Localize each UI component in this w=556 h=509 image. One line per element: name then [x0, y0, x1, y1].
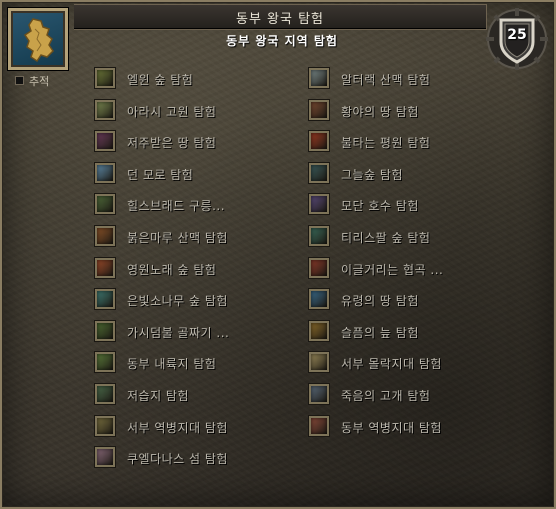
zone-icon: [95, 447, 115, 468]
criteria-item: 불타는 평원 탐험: [309, 131, 509, 155]
track-checkbox[interactable]: [15, 76, 24, 85]
achievement-description: 동부 왕국 지역 탐험: [226, 34, 338, 48]
criteria-label: 엘윈 숲 탐험: [127, 73, 194, 87]
zone-icon: [95, 384, 115, 404]
zone-icon: [309, 99, 329, 120]
criteria-label: 아라시 고원 탐험: [127, 104, 217, 119]
zone-icon: [95, 226, 115, 246]
criteria-item: 동부 역병지대 탐험: [309, 415, 509, 440]
criteria-label: 슬픔의 늪 탐험: [341, 325, 419, 340]
zone-icon: [309, 415, 329, 436]
zone-icon: [309, 257, 329, 278]
criteria-label: 유령의 땅 탐험: [341, 294, 419, 309]
criteria-item: 죽음의 고개 탐험: [309, 384, 509, 408]
zone-icon: [95, 131, 115, 152]
criteria-item: 모단 호수 탐험: [309, 194, 509, 218]
criteria-item: 영원노래 숲 탐험: [95, 257, 295, 282]
zone-icon: [309, 226, 329, 246]
criteria-label: 모단 호수 탐험: [341, 199, 419, 214]
criteria-item: 가시덤불 골짜기 ...: [95, 320, 295, 345]
criteria-item: 알터랙 산맥 탐험: [309, 68, 509, 92]
zone-icon: [95, 257, 115, 278]
criteria-item: 엘윈 숲 탐험: [95, 68, 295, 92]
criteria-label: 불타는 평원 탐험: [341, 136, 431, 151]
criteria-item: 붉은마루 산맥 탐험: [95, 226, 295, 250]
criteria-item: 유령의 땅 탐험: [309, 289, 509, 313]
track-label: 추적: [29, 75, 50, 88]
criteria-label: 쿠엘다나스 섬 탐험: [127, 452, 228, 467]
achievement-emblem[interactable]: [8, 8, 68, 70]
criteria-item: 그늘숲 탐험: [309, 162, 509, 187]
zone-icon: [95, 320, 115, 341]
criteria-item: 서부 몰락지대 탐험: [309, 352, 509, 376]
criteria-label: 영원노래 숲 탐험: [127, 262, 217, 277]
criteria-item: 아라시 고원 탐험: [95, 99, 295, 124]
criteria-item: 티리스팔 숲 탐험: [309, 226, 509, 250]
title-bar: 동부 왕국 탐험: [74, 4, 487, 30]
zone-icon: [95, 162, 115, 183]
map-icon: [23, 18, 54, 63]
criteria-label: 이글거리는 협곡 ...: [341, 262, 444, 277]
achievement-points: 25: [507, 27, 527, 43]
zone-icon: [95, 289, 115, 310]
zone-icon: [309, 352, 329, 373]
achievement-panel: 동부 왕국 탐험 추적 동부 왕국 지역 탐험 25 엘윈 숲 탐험아라시 고원…: [0, 0, 556, 509]
criteria-item: 슬픔의 늪 탐험: [309, 320, 509, 345]
criteria-label: 저습지 탐험: [127, 389, 190, 403]
zone-icon: [309, 320, 329, 341]
criteria-label: 황야의 땅 탐험: [341, 104, 419, 119]
criteria-label: 은빛소나무 숲 탐험: [127, 294, 228, 309]
criteria-label: 서부 역병지대 탐험: [127, 420, 228, 435]
criteria-label: 그늘숲 탐험: [341, 167, 404, 182]
zone-icon: [309, 384, 329, 404]
criteria-item: 황야의 땅 탐험: [309, 99, 509, 124]
criteria-item: 이글거리는 협곡 ...: [309, 257, 509, 282]
zone-icon: [309, 194, 329, 215]
criteria-label: 던 모로 탐험: [127, 167, 194, 182]
criteria-item: 쿠엘다나스 섬 탐험: [95, 447, 295, 471]
criteria-label: 알터랙 산맥 탐험: [341, 73, 431, 87]
achievement-points-shield: 25: [486, 8, 548, 70]
criteria-label: 가시덤불 골짜기 ...: [127, 325, 230, 340]
criteria-label: 죽음의 고개 탐험: [341, 389, 431, 403]
criteria-item: 던 모로 탐험: [95, 162, 295, 187]
zone-icon: [309, 289, 329, 310]
achievement-title: 동부 왕국 탐험: [235, 12, 325, 27]
criteria-label: 붉은마루 산맥 탐험: [127, 231, 228, 245]
zone-icon: [95, 352, 115, 373]
zone-icon: [95, 194, 115, 215]
criteria-item: 저습지 탐험: [95, 384, 295, 408]
criteria-label: 저주받은 땅 탐험: [127, 136, 217, 151]
zone-icon: [309, 68, 329, 88]
criteria-label: 서부 몰락지대 탐험: [341, 357, 442, 372]
criteria-item: 저주받은 땅 탐험: [95, 131, 295, 155]
zone-icon: [95, 99, 115, 120]
criteria-item: 은빛소나무 숲 탐험: [95, 289, 295, 313]
zone-icon: [95, 415, 115, 436]
zone-icon: [309, 131, 329, 152]
criteria-item: 힐스브래드 구릉...: [95, 194, 295, 218]
criteria-item: 동부 내륙지 탐험: [95, 352, 295, 376]
criteria-item: 서부 역병지대 탐험: [95, 415, 295, 440]
criteria-label: 동부 내륙지 탐험: [127, 357, 217, 372]
criteria-label: 티리스팔 숲 탐험: [341, 231, 431, 245]
criteria-label: 힐스브래드 구릉...: [127, 199, 226, 214]
criteria-label: 동부 역병지대 탐험: [341, 420, 442, 435]
zone-icon: [309, 162, 329, 183]
zone-icon: [95, 68, 115, 88]
